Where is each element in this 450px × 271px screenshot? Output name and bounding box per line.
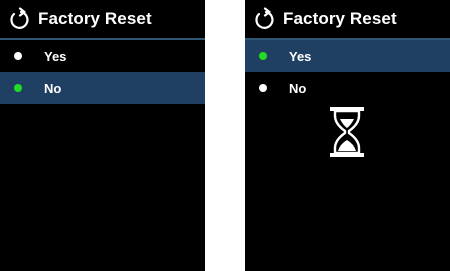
option-yes[interactable]: Yes [245,40,450,72]
option-label: No [289,80,307,96]
page-title: Factory Reset [38,9,152,28]
reset-icon [249,0,279,38]
option-no[interactable]: No [245,72,450,104]
header: Factory Reset [245,0,450,38]
screen-factory-reset-confirm: Factory Reset Yes No [0,0,205,271]
option-no[interactable]: No [0,72,205,104]
option-list: Yes No [0,40,205,104]
status-dot-icon [259,52,267,60]
option-label: Yes [44,48,67,64]
option-yes[interactable]: Yes [0,40,205,72]
status-dot-icon [14,84,22,92]
hourglass-icon [329,106,365,158]
option-list: Yes No [245,40,450,104]
option-label: No [44,80,62,96]
page-title: Factory Reset [283,9,397,28]
status-dot-icon [14,52,22,60]
screen-factory-reset-busy: Factory Reset Yes No [245,0,450,271]
option-label: Yes [289,48,312,64]
header: Factory Reset [0,0,205,38]
status-dot-icon [259,84,267,92]
reset-icon [4,0,34,38]
